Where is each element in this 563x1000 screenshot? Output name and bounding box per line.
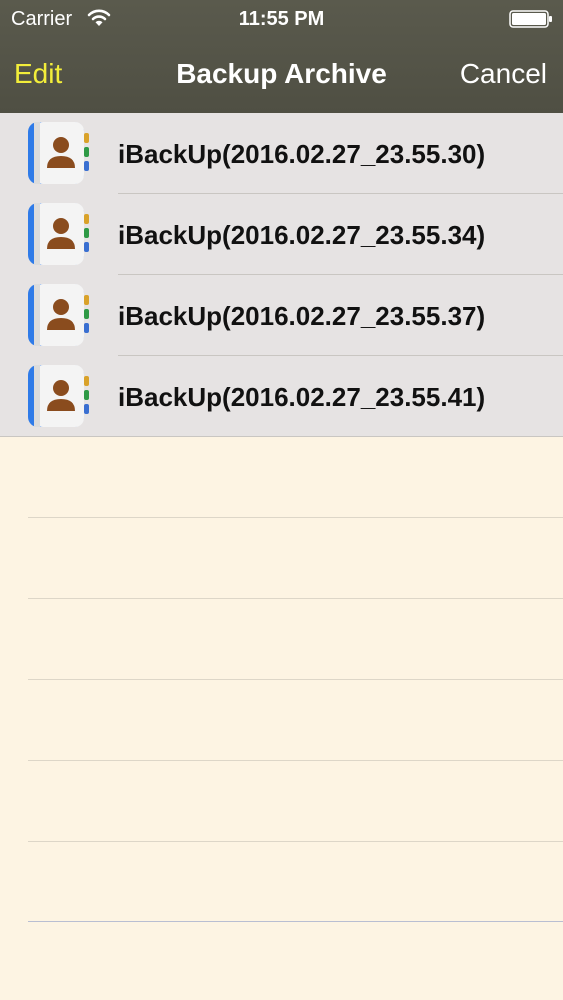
- ruled-line: [28, 841, 563, 842]
- backup-row[interactable]: iBackUp(2016.02.27_23.55.30): [0, 113, 563, 194]
- cancel-button[interactable]: Cancel: [460, 58, 547, 90]
- navigation-bar: Edit Backup Archive Cancel: [0, 38, 563, 113]
- contacts-book-icon: [28, 284, 89, 346]
- contacts-book-icon: [28, 122, 89, 184]
- top-bar: Carrier 11:55 PM Edit Backup Archive Can…: [0, 0, 563, 113]
- contacts-book-icon: [28, 203, 89, 265]
- backup-list: iBackUp(2016.02.27_23.55.30) iBackUp(201…: [0, 113, 563, 437]
- ruled-line: [28, 679, 563, 680]
- backup-row[interactable]: iBackUp(2016.02.27_23.55.41): [0, 356, 563, 437]
- contacts-book-icon: [28, 365, 89, 427]
- ruled-line: [28, 598, 563, 599]
- ruled-line: [28, 921, 563, 922]
- ruled-line: [28, 517, 563, 518]
- status-bar: Carrier 11:55 PM: [0, 0, 563, 38]
- empty-list-area: [0, 437, 563, 1000]
- battery-icon: [509, 10, 552, 28]
- backup-row[interactable]: iBackUp(2016.02.27_23.55.37): [0, 275, 563, 356]
- backup-name: iBackUp(2016.02.27_23.55.34): [118, 220, 486, 250]
- backup-name: iBackUp(2016.02.27_23.55.30): [118, 139, 486, 169]
- backup-name: iBackUp(2016.02.27_23.55.41): [118, 382, 486, 412]
- ruled-line: [28, 760, 563, 761]
- screen: Carrier 11:55 PM Edit Backup Archive Can…: [0, 0, 563, 1000]
- status-time: 11:55 PM: [238, 8, 325, 30]
- backup-name: iBackUp(2016.02.27_23.55.37): [118, 301, 486, 331]
- backup-row[interactable]: iBackUp(2016.02.27_23.55.34): [0, 194, 563, 275]
